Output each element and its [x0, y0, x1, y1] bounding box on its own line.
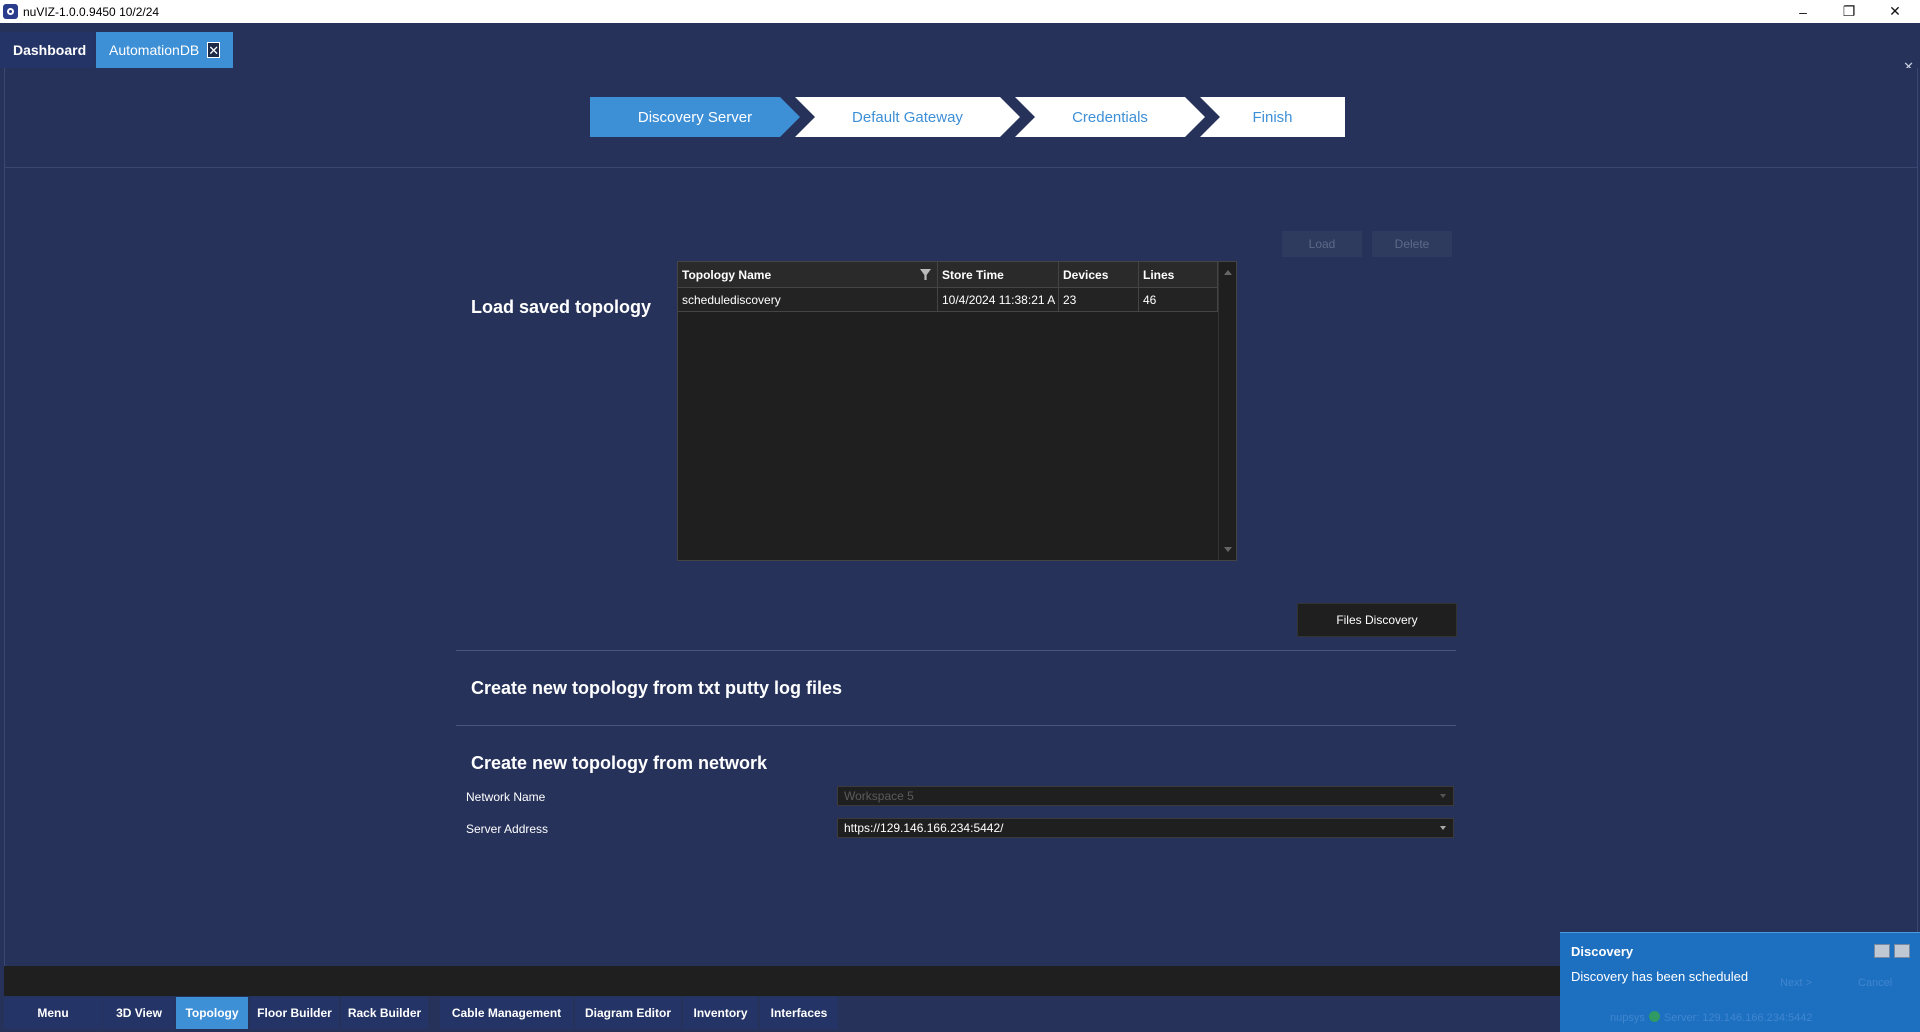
- status-strip: [4, 966, 1564, 996]
- column-header-devices[interactable]: Devices: [1059, 262, 1139, 288]
- cell-lines: 46: [1139, 288, 1218, 312]
- tab-cable-management[interactable]: Cable Management: [440, 997, 573, 1029]
- section-divider: [456, 725, 1456, 726]
- files-discovery-button[interactable]: Files Discovery: [1297, 603, 1457, 637]
- tab-3d-view[interactable]: 3D View: [103, 997, 175, 1029]
- tab-close-icon[interactable]: ✕: [207, 42, 221, 58]
- filter-icon[interactable]: [920, 269, 931, 280]
- network-name-label: Network Name: [466, 790, 546, 804]
- discovery-toast: Discovery Discovery has been scheduled N…: [1560, 932, 1920, 1032]
- grid-scrollbar[interactable]: [1218, 262, 1236, 560]
- delete-button[interactable]: Delete: [1372, 231, 1452, 257]
- network-name-select[interactable]: Workspace 5: [837, 786, 1454, 806]
- section-divider: [456, 650, 1456, 651]
- column-header-lines[interactable]: Lines: [1139, 262, 1218, 288]
- cancel-button[interactable]: Cancel: [1858, 977, 1892, 989]
- tab-label: Dashboard: [13, 42, 87, 58]
- step-default-gateway[interactable]: Default Gateway: [795, 97, 1020, 137]
- step-discovery-server[interactable]: Discovery Server: [590, 97, 800, 137]
- minimize-button[interactable]: –: [1780, 0, 1826, 23]
- window-title: nuVIZ-1.0.0.9450 10/2/24: [23, 4, 160, 19]
- step-credentials[interactable]: Credentials: [1015, 97, 1205, 137]
- tab-interfaces[interactable]: Interfaces: [760, 997, 838, 1029]
- tab-floor-builder[interactable]: Floor Builder: [250, 997, 339, 1029]
- document-tab-bar: Dashboard AutomationDB ✕ ✕: [0, 23, 1920, 74]
- scroll-up-icon[interactable]: [1224, 270, 1232, 275]
- tab-dashboard[interactable]: Dashboard: [0, 32, 95, 68]
- column-label: Topology Name: [682, 268, 772, 282]
- column-header-topology-name[interactable]: Topology Name: [678, 262, 938, 288]
- cell-store-time: 10/4/2024 11:38:21 A: [938, 288, 1059, 312]
- network-section-title: Create new topology from network: [471, 753, 768, 773]
- restore-button[interactable]: ❐: [1826, 0, 1872, 23]
- app-logo-icon: [3, 4, 18, 19]
- load-section-title: Load saved topology: [471, 297, 652, 317]
- column-header-store-time[interactable]: Store Time: [938, 262, 1059, 288]
- status-user: nupsys: [1610, 1012, 1645, 1024]
- load-button[interactable]: Load: [1282, 231, 1362, 257]
- status-server: Server: 129.146.166.234:5442: [1663, 1012, 1813, 1024]
- title-bar: nuVIZ-1.0.0.9450 10/2/24 – ❐ ✕: [0, 0, 1920, 23]
- toast-title: Discovery: [1571, 944, 1634, 959]
- tab-inventory[interactable]: Inventory: [683, 997, 758, 1029]
- cell-devices: 23: [1059, 288, 1139, 312]
- scroll-down-icon[interactable]: [1224, 547, 1232, 552]
- cell-topology-name: schedulediscovery: [678, 288, 938, 312]
- server-address-label: Server Address: [466, 822, 549, 836]
- topology-grid: Topology Name Store Time Devices Lines s…: [677, 261, 1237, 561]
- toast-status: nupsys Server: 129.146.166.234:5442: [1610, 1011, 1812, 1024]
- files-section-title: Create new topology from txt putty log f…: [471, 678, 843, 698]
- toast-message: Discovery has been scheduled: [1571, 969, 1749, 984]
- tab-diagram-editor[interactable]: Diagram Editor: [575, 997, 681, 1029]
- tab-rack-builder[interactable]: Rack Builder: [341, 997, 428, 1029]
- connection-status-icon: [1648, 1011, 1660, 1022]
- next-button[interactable]: Next >: [1780, 977, 1812, 989]
- tab-menu[interactable]: Menu: [4, 997, 102, 1029]
- server-address-select[interactable]: https://129.146.166.234:5442/: [837, 818, 1454, 838]
- wizard-steps: Discovery Server Default Gateway Credent…: [5, 68, 1917, 168]
- tab-automationdb[interactable]: AutomationDB ✕: [96, 32, 233, 68]
- toast-close-icon[interactable]: [1894, 944, 1910, 958]
- server-address-value: https://129.146.166.234:5442/: [844, 821, 1004, 835]
- window-close-button[interactable]: ✕: [1872, 0, 1918, 23]
- grid-header: Topology Name Store Time Devices Lines: [678, 262, 1218, 288]
- table-row[interactable]: schedulediscovery 10/4/2024 11:38:21 A 2…: [678, 288, 1218, 312]
- network-name-value: Workspace 5: [844, 789, 914, 803]
- chevron-down-icon: [1440, 826, 1446, 830]
- toast-minimize-icon[interactable]: [1874, 944, 1890, 958]
- chevron-down-icon: [1440, 794, 1446, 798]
- tab-topology[interactable]: Topology: [176, 997, 248, 1029]
- step-finish[interactable]: Finish: [1200, 97, 1345, 137]
- tab-label: AutomationDB: [109, 42, 200, 58]
